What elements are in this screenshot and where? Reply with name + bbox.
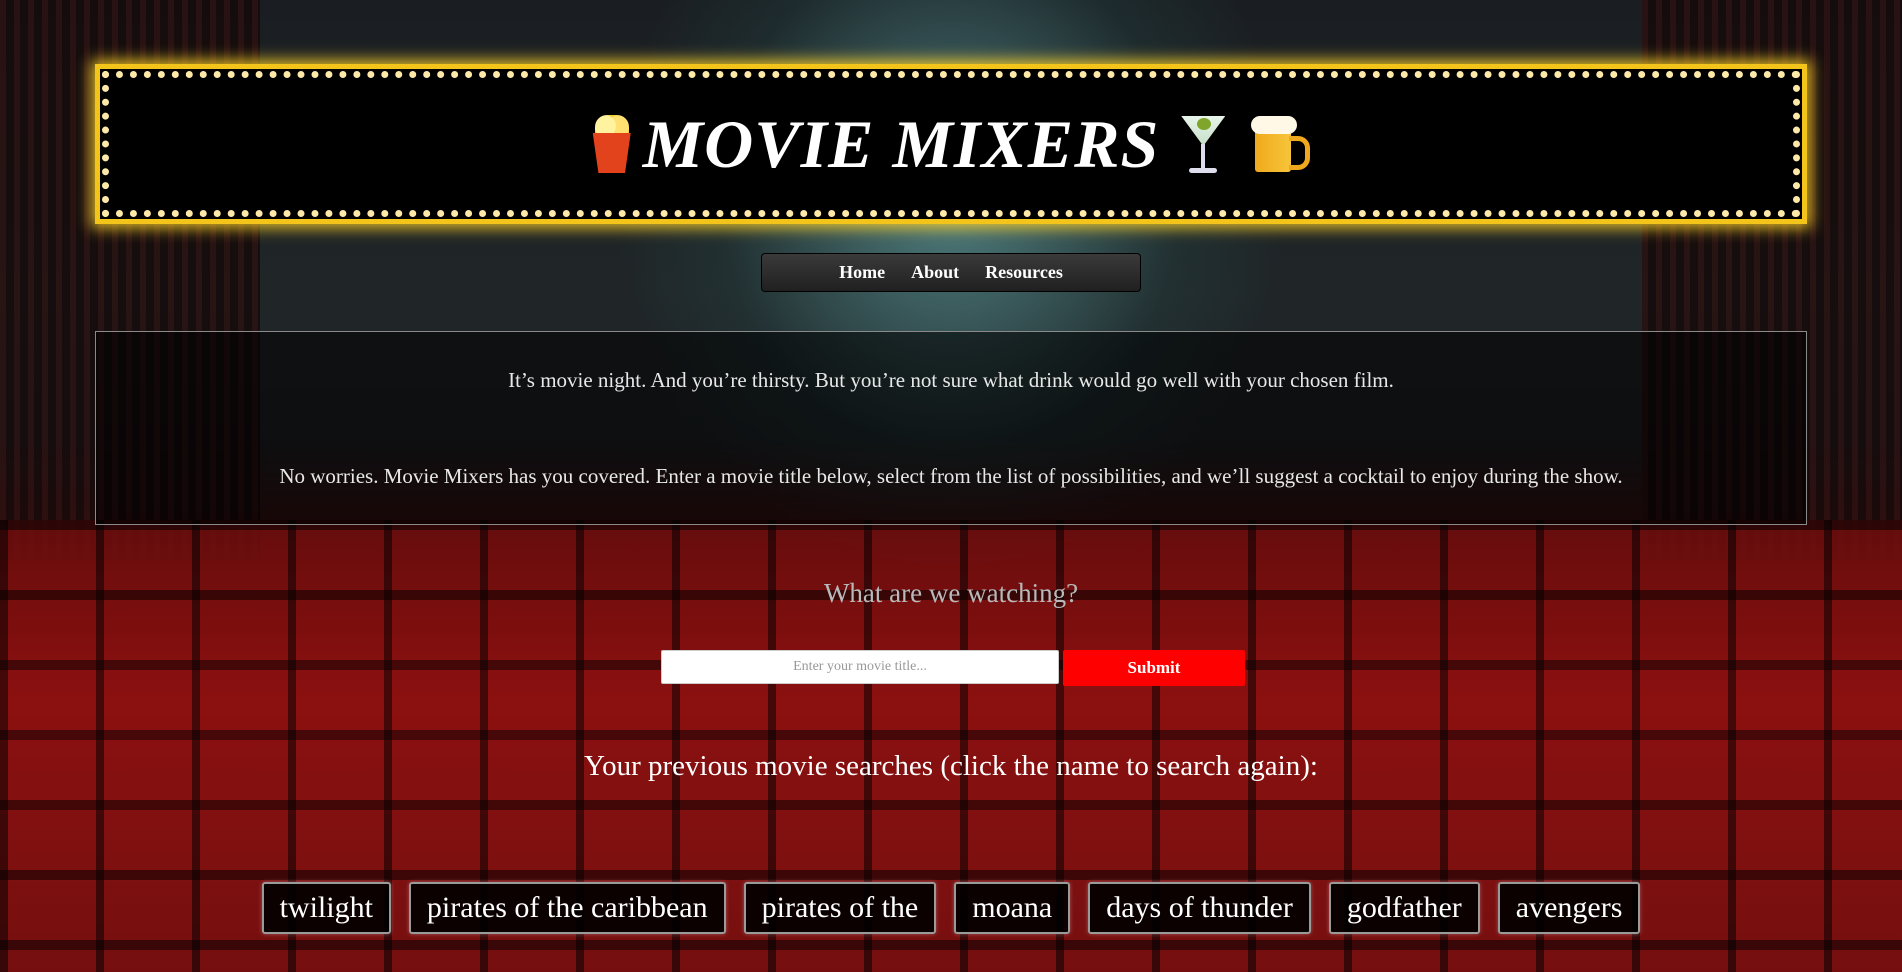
nav-home-link[interactable]: Home — [839, 262, 885, 283]
previous-searches-title: Your previous movie searches (click the … — [584, 750, 1318, 782]
previous-search-pirates-of-the[interactable]: pirates of the — [743, 882, 937, 934]
previous-search-moana[interactable]: moana — [954, 882, 1071, 934]
cocktail-icon — [1177, 112, 1229, 176]
previous-search-pirates-of-the-caribbean[interactable]: pirates of the caribbean — [408, 882, 726, 934]
intro-box: It’s movie night. And you’re thirsty. Bu… — [95, 331, 1807, 525]
site-title: MOVIE MIXERS — [591, 105, 1312, 184]
main-nav: Home About Resources — [761, 253, 1141, 292]
previous-search-days-of-thunder[interactable]: days of thunder — [1088, 882, 1311, 934]
popcorn-icon — [591, 115, 633, 173]
nav-resources-link[interactable]: Resources — [985, 262, 1063, 283]
previous-search-twilight[interactable]: twilight — [261, 882, 391, 934]
beer-mug-icon — [1251, 114, 1311, 174]
marquee-header: MOVIE MIXERS — [95, 64, 1807, 224]
intro-paragraph-1: It’s movie night. And you’re thirsty. Bu… — [508, 368, 1394, 392]
search-form: Submit — [661, 650, 1245, 686]
submit-button[interactable]: Submit — [1063, 650, 1245, 686]
search-prompt: What are we watching? — [823, 578, 1079, 608]
nav-about-link[interactable]: About — [911, 262, 959, 283]
previous-searches-list: twilight pirates of the caribbean pirate… — [0, 882, 1902, 934]
site-title-text: MOVIE MIXERS — [642, 105, 1160, 182]
previous-search-godfather[interactable]: godfather — [1328, 882, 1480, 934]
movie-search-input[interactable] — [661, 650, 1059, 684]
intro-paragraph-2: No worries. Movie Mixers has you covered… — [279, 464, 1623, 488]
previous-search-avengers[interactable]: avengers — [1497, 882, 1641, 934]
